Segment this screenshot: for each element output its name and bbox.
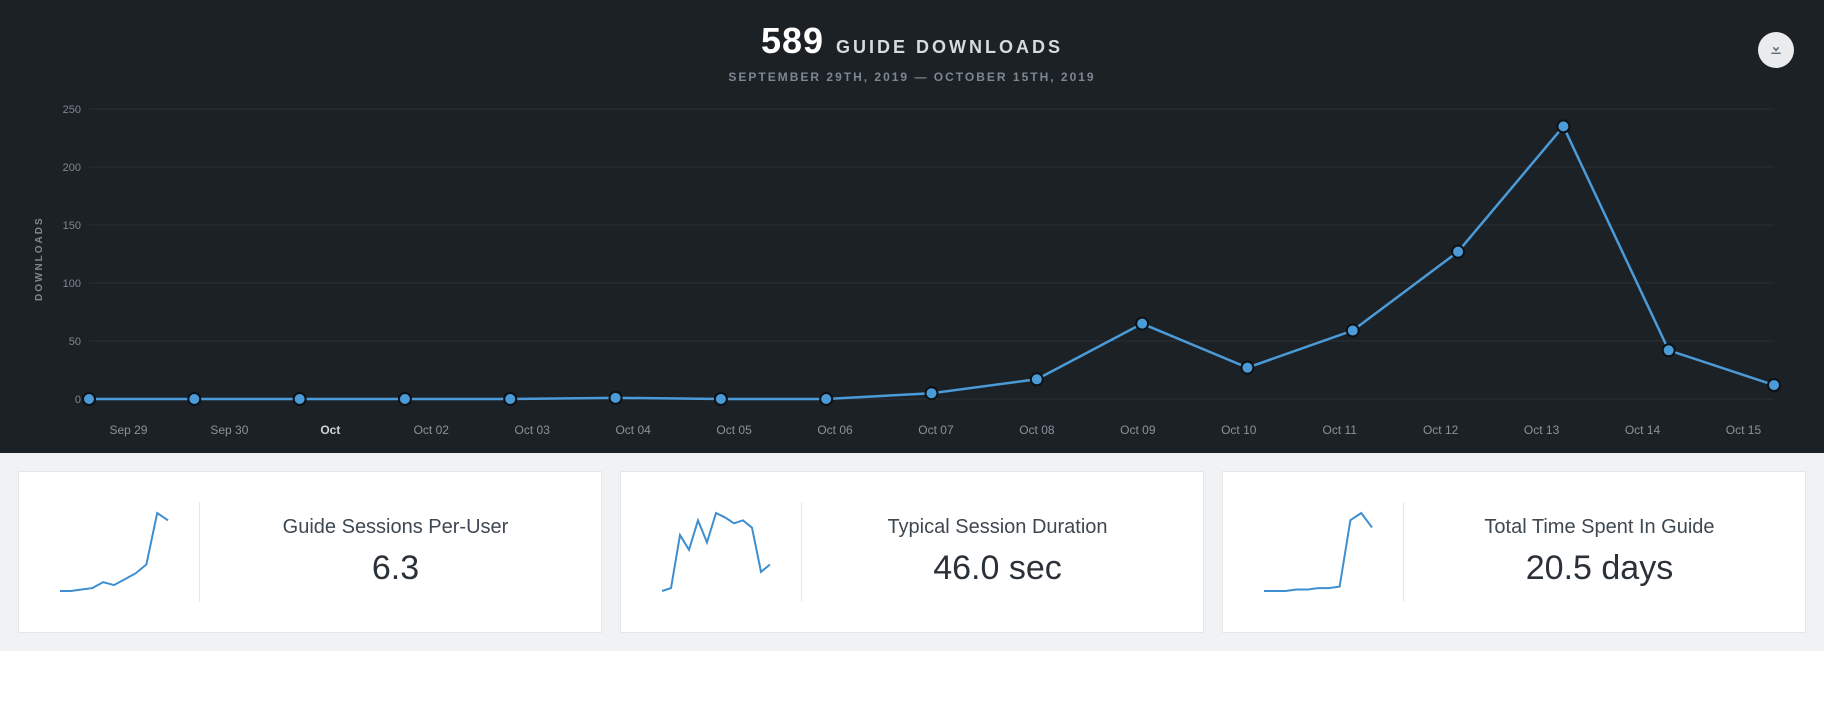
x-tick: Oct 02 — [381, 423, 482, 437]
svg-text:100: 100 — [63, 278, 81, 290]
download-button[interactable] — [1758, 32, 1794, 68]
card-divider — [199, 502, 200, 602]
download-icon — [1768, 40, 1784, 61]
total-downloads-label: GUIDE DOWNLOADS — [836, 37, 1063, 58]
metric-label: Total Time Spent In Guide — [1414, 516, 1785, 539]
date-range: SEPTEMBER 29TH, 2019 — OCTOBER 15TH, 201… — [30, 70, 1794, 84]
metric-label: Typical Session Duration — [812, 516, 1183, 539]
x-tick: Sep 30 — [179, 423, 280, 437]
sparkline — [1243, 507, 1393, 597]
x-tick: Oct 12 — [1390, 423, 1491, 437]
svg-text:150: 150 — [63, 220, 81, 232]
total-downloads-value: 589 — [761, 20, 824, 62]
metric-card-session-duration: Typical Session Duration 46.0 sec — [620, 471, 1204, 633]
x-tick: Oct 09 — [1087, 423, 1188, 437]
svg-text:0: 0 — [75, 394, 81, 406]
svg-text:50: 50 — [69, 336, 81, 348]
card-divider — [801, 502, 802, 602]
x-tick: Oct 15 — [1693, 423, 1794, 437]
metric-value: 20.5 days — [1414, 549, 1785, 588]
metric-label: Guide Sessions Per-User — [210, 516, 581, 539]
x-tick: Oct 11 — [1289, 423, 1390, 437]
metric-value: 6.3 — [210, 549, 581, 588]
metric-content: Typical Session Duration 46.0 sec — [812, 516, 1183, 588]
x-tick: Sep 29 — [78, 423, 179, 437]
metric-content: Guide Sessions Per-User 6.3 — [210, 516, 581, 588]
y-axis-label: DOWNLOADS — [30, 99, 49, 419]
hero-header: 589 GUIDE DOWNLOADS SEPTEMBER 29TH, 2019… — [30, 20, 1794, 84]
x-tick: Oct 10 — [1188, 423, 1289, 437]
svg-text:200: 200 — [63, 162, 81, 174]
x-tick: Oct 04 — [583, 423, 684, 437]
x-tick: Oct 05 — [684, 423, 785, 437]
card-divider — [1403, 502, 1404, 602]
x-tick: Oct — [280, 423, 381, 437]
hero-panel: 589 GUIDE DOWNLOADS SEPTEMBER 29TH, 2019… — [0, 0, 1824, 453]
main-chart: DOWNLOADS 0 50 100 150 200 250 — [30, 99, 1794, 419]
x-axis: Sep 29Sep 30OctOct 02Oct 03Oct 04Oct 05O… — [78, 423, 1794, 443]
x-tick: Oct 07 — [886, 423, 987, 437]
x-tick: Oct 14 — [1592, 423, 1693, 437]
line-chart-svg: 0 50 100 150 200 250 — [49, 99, 1794, 419]
metric-card-total-time: Total Time Spent In Guide 20.5 days — [1222, 471, 1806, 633]
metric-content: Total Time Spent In Guide 20.5 days — [1414, 516, 1785, 588]
hero-title: 589 GUIDE DOWNLOADS — [761, 20, 1063, 62]
x-tick: Oct 13 — [1491, 423, 1592, 437]
x-tick: Oct 06 — [785, 423, 886, 437]
x-tick: Oct 03 — [482, 423, 583, 437]
sparkline — [39, 507, 189, 597]
metric-value: 46.0 sec — [812, 549, 1183, 588]
metric-card-sessions-per-user: Guide Sessions Per-User 6.3 — [18, 471, 602, 633]
sparkline — [641, 507, 791, 597]
metric-cards-row: Guide Sessions Per-User 6.3 Typical Sess… — [0, 453, 1824, 651]
svg-text:250: 250 — [63, 104, 81, 116]
x-tick: Oct 08 — [986, 423, 1087, 437]
